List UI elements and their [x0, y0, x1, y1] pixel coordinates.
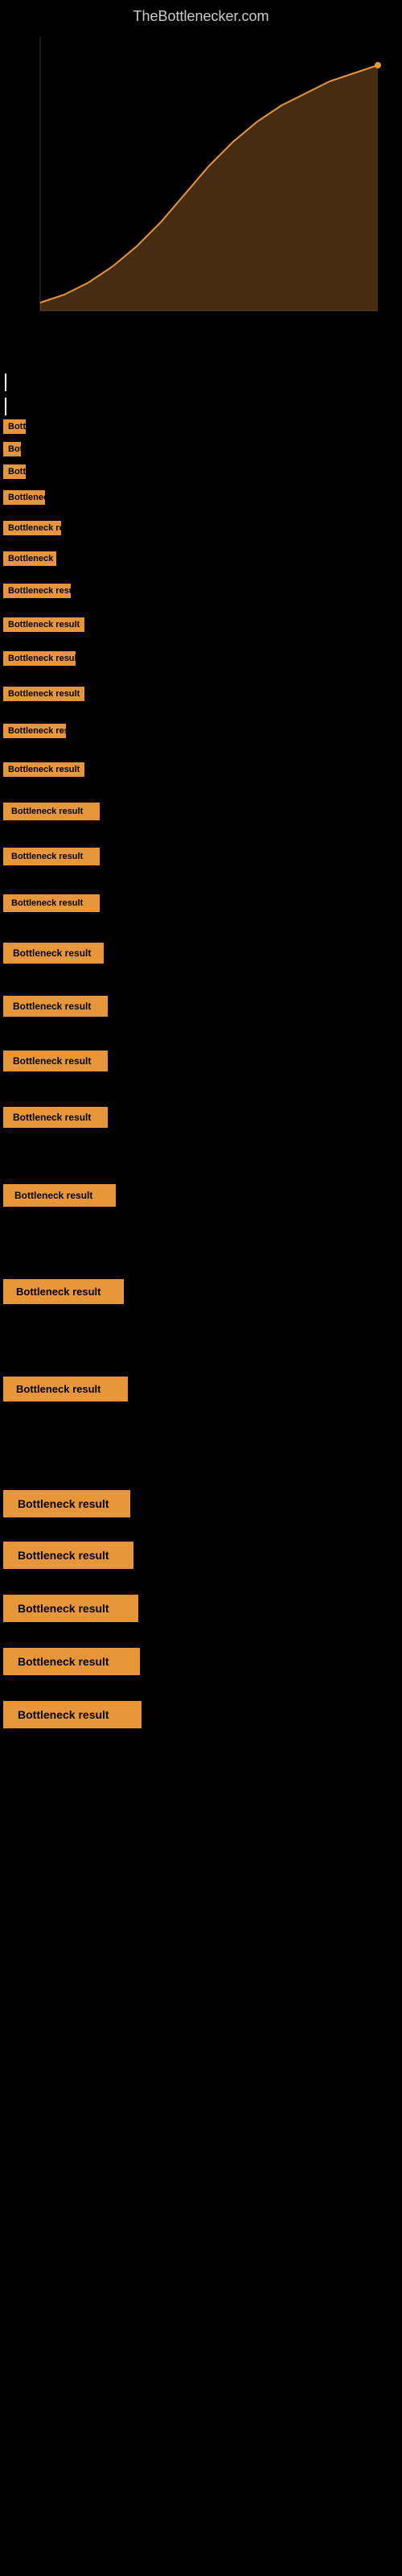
result-label-chip-27: Bottleneck result — [3, 1701, 142, 1728]
result-row-16: Bottleneck result — [2, 939, 400, 968]
result-label-chip-20: Bottleneck result — [3, 1184, 116, 1207]
results-container: Bottleneck result Bottleneck result Bott… — [0, 367, 402, 1761]
result-row-25: Bottleneck result — [2, 1591, 400, 1626]
result-label-chip: Bottleneck result — [3, 419, 26, 434]
result-row-13: Bottleneck result — [2, 799, 400, 824]
result-label-chip-4: Bottleneck result — [3, 490, 45, 505]
vertical-indicator — [5, 374, 6, 391]
result-label-chip-26: Bottleneck result — [3, 1648, 140, 1675]
result-row-10: Bottleneck result — [2, 683, 400, 705]
result-row-24: Bottleneck result — [2, 1538, 400, 1573]
result-row-7: Bottleneck result — [2, 580, 400, 602]
result-label-chip-22: Bottleneck result — [3, 1377, 128, 1402]
result-label-chip-14: Bottleneck result — [3, 848, 100, 865]
result-label-chip-17: Bottleneck result — [3, 996, 108, 1017]
site-title: TheBottlenecker.com — [0, 0, 402, 29]
result-row-8: Bottleneck result — [2, 613, 400, 636]
result-label-chip-10: Bottleneck result — [3, 687, 84, 701]
result-row-6: Bottleneck result — [2, 547, 400, 570]
result-row-26: Bottleneck result — [2, 1644, 400, 1679]
result-row-27: Bottleneck result — [2, 1697, 400, 1761]
result-row-3: Bottleneck result — [2, 460, 400, 483]
result-label-chip-11: Bottleneck result — [3, 724, 66, 738]
result-row-19: Bottleneck result — [2, 1103, 400, 1132]
result-label-chip-5: Bottleneck result — [3, 521, 61, 535]
result-row-vbar-1 — [2, 367, 400, 391]
result-label-chip-12: Bottleneck result — [3, 762, 84, 777]
result-row-20: Bottleneck result — [2, 1180, 400, 1211]
result-label-chip-2: Bottleneck result — [3, 442, 21, 456]
result-row-vbar-2 — [2, 391, 400, 415]
result-label-chip-13: Bottleneck result — [3, 803, 100, 820]
result-label-chip-7: Bottleneck result — [3, 584, 71, 598]
result-label-chip-21: Bottleneck result — [3, 1279, 124, 1304]
result-label-chip-9: Bottleneck result — [3, 651, 76, 666]
result-row-9: Bottleneck result — [2, 647, 400, 670]
result-label-chip-16: Bottleneck result — [3, 943, 104, 964]
result-label-chip-19: Bottleneck result — [3, 1107, 108, 1128]
result-row-5: Bottleneck result — [2, 517, 400, 539]
result-row-12: Bottleneck result — [2, 758, 400, 781]
chart-area — [0, 29, 402, 367]
result-label-chip-6: Bottleneck result — [3, 551, 56, 566]
result-row-14: Bottleneck result — [2, 844, 400, 869]
vertical-indicator-2 — [5, 398, 6, 415]
result-label-chip-25: Bottleneck result — [3, 1595, 138, 1622]
result-row-11: Bottleneck result — [2, 720, 400, 742]
result-label-chip-23: Bottleneck result — [3, 1490, 130, 1517]
result-row-2: Bottleneck result — [2, 438, 400, 460]
chart-inner — [16, 29, 386, 335]
result-row-4: Bottleneck result — [2, 486, 400, 509]
result-row-18: Bottleneck result — [2, 1046, 400, 1075]
result-label-chip-15: Bottleneck result — [3, 894, 100, 912]
result-row-15: Bottleneck result — [2, 890, 400, 916]
chart-svg — [16, 29, 386, 335]
result-row-17: Bottleneck result — [2, 992, 400, 1021]
result-row-21: Bottleneck result — [2, 1275, 400, 1308]
result-row-1: Bottleneck result — [2, 415, 400, 438]
result-row-22: Bottleneck result — [2, 1373, 400, 1406]
result-label-chip-8: Bottleneck result — [3, 617, 84, 632]
result-label-chip-24: Bottleneck result — [3, 1542, 133, 1569]
result-row-23: Bottleneck result — [2, 1486, 400, 1521]
result-label-chip-3: Bottleneck result — [3, 464, 26, 479]
result-label-chip-18: Bottleneck result — [3, 1051, 108, 1071]
